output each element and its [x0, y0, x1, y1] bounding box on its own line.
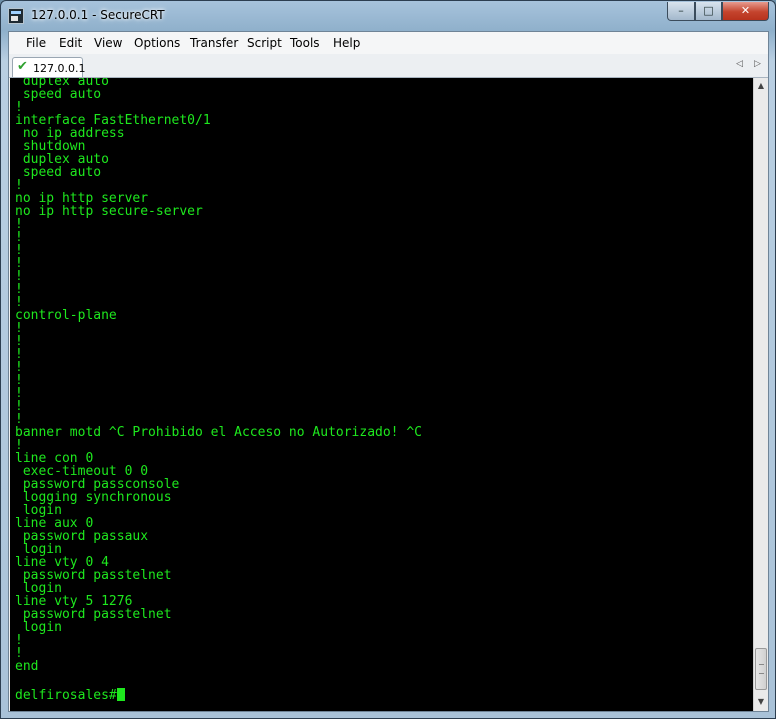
terminal-line: control-plane [15, 308, 117, 323]
terminal-line: ! [15, 256, 23, 271]
terminal-line: speed auto [15, 87, 102, 102]
terminal-line: ! [15, 230, 23, 245]
session-tab-label: 127.0.0.1 [33, 62, 86, 75]
tab-next-icon[interactable]: ▷ [754, 59, 761, 69]
check-icon: ✔ [17, 59, 28, 74]
terminal-line: password passtelnet [15, 607, 172, 622]
title-bar[interactable]: 127.0.0.1 - SecureCRT – □ ✕ [1, 1, 775, 31]
securecrt-window: 127.0.0.1 - SecureCRT – □ ✕ File Edit Vi… [0, 0, 776, 719]
vertical-scrollbar[interactable]: ▲ ▼ [753, 78, 768, 711]
terminal-line: login [15, 620, 62, 635]
menu-file[interactable]: File [26, 36, 46, 50]
menu-help[interactable]: Help [333, 36, 360, 50]
menu-edit[interactable]: Edit [59, 36, 82, 50]
minimize-button[interactable]: – [667, 2, 695, 21]
terminal-line: ! [15, 373, 23, 388]
terminal-screen[interactable]: duplex auto speed auto! interface FastEth… [10, 78, 753, 711]
terminal-line: end [15, 659, 39, 674]
menu-bar: File Edit View Options Transfer Script T… [9, 32, 768, 54]
text-cursor [116, 688, 125, 701]
terminal-line: logging synchronous [15, 490, 172, 505]
window-title: 127.0.0.1 - SecureCRT [31, 8, 165, 22]
terminal-line: ! [15, 633, 23, 648]
menu-options[interactable]: Options [134, 36, 180, 50]
session-tab-bar: ✔ 127.0.0.1 ◁ ▷ [9, 54, 768, 78]
tab-prev-icon[interactable]: ◁ [736, 59, 743, 69]
maximize-button[interactable]: □ [695, 2, 722, 21]
menu-transfer[interactable]: Transfer [190, 36, 238, 50]
scroll-down-arrow-icon[interactable]: ▼ [754, 694, 768, 710]
terminal-line: ! [15, 386, 23, 401]
terminal-line: ! [15, 243, 23, 258]
terminal-line: ! [15, 334, 23, 349]
terminal-line: no ip http secure-server [15, 204, 203, 219]
terminal-line: ! [15, 217, 23, 232]
session-tab[interactable]: ✔ 127.0.0.1 [12, 57, 86, 77]
terminal-line: banner motd ^C Prohibido el Acceso no Au… [15, 425, 422, 440]
terminal-line: password passaux [15, 529, 149, 544]
terminal-line: ! [15, 399, 23, 414]
close-button[interactable]: ✕ [722, 2, 769, 21]
prompt-text: delfirosales# [15, 688, 117, 703]
terminal-output: duplex auto speed auto! interface FastEth… [15, 78, 422, 686]
client-area: File Edit View Options Transfer Script T… [8, 31, 769, 712]
terminal-line: ! [15, 347, 23, 362]
terminal-line: ! [15, 321, 23, 336]
menu-script[interactable]: Script [247, 36, 282, 50]
menu-tools[interactable]: Tools [290, 36, 320, 50]
command-prompt[interactable]: delfirosales# [15, 688, 125, 703]
scroll-up-arrow-icon[interactable]: ▲ [754, 78, 768, 94]
terminal-line: ! [15, 269, 23, 284]
terminal-line: ! [15, 360, 23, 375]
securecrt-app-icon[interactable] [8, 8, 24, 24]
scrollbar-thumb[interactable] [755, 648, 767, 690]
terminal-line: speed auto [15, 165, 102, 180]
terminal-line: password passtelnet [15, 568, 172, 583]
terminal-line: ! [15, 646, 23, 661]
menu-view[interactable]: View [94, 36, 122, 50]
terminal-line: ! [15, 282, 23, 297]
